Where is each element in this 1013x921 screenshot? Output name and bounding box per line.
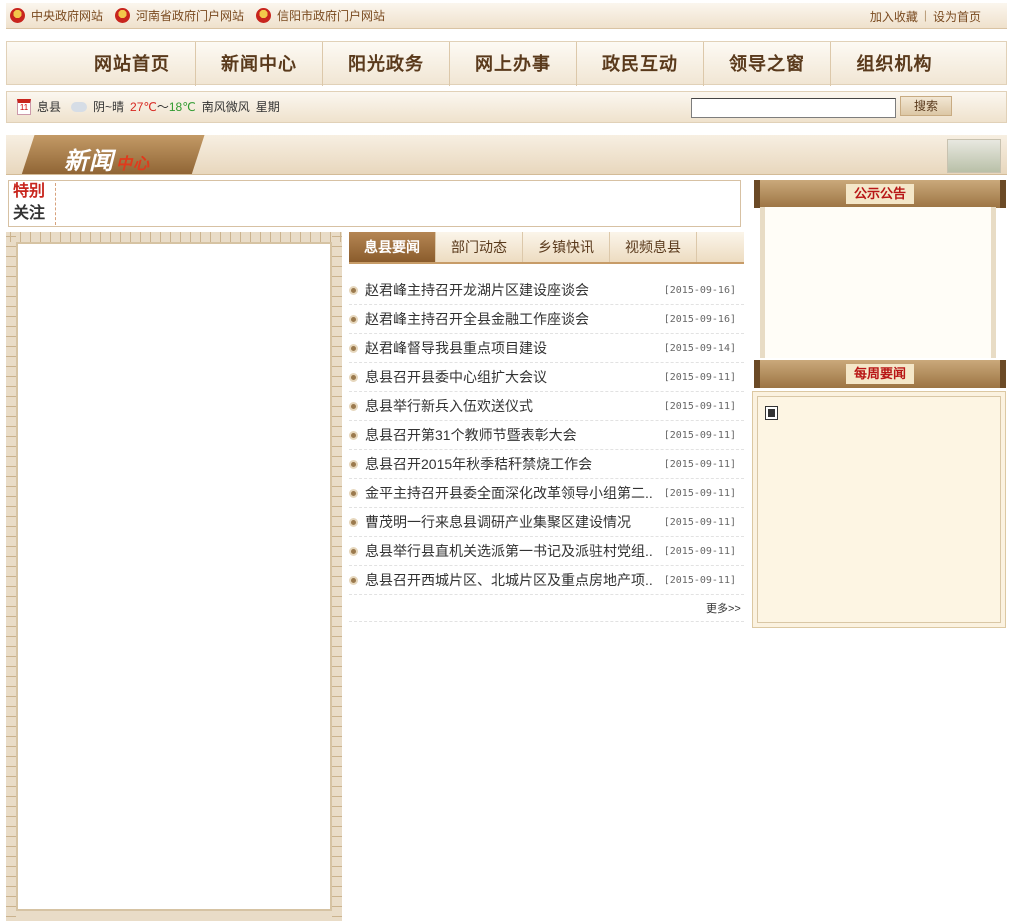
special-attention-label: 特别 关注 [13,183,46,222]
top-link-bar: 中央政府网站 河南省政府门户网站 信阳市政府门户网站 加入收藏 | 设为首页 [6,3,1007,29]
bullet-icon [349,546,358,556]
weather-wind: 南风微风 [201,100,250,114]
list-item[interactable]: 曹茂明一行来息县调研产业集聚区建设情况 [2015-09-11] [349,508,744,537]
more-news-link[interactable]: 更多>> [706,600,741,616]
weather-condition: 阴~晴 [93,100,125,114]
nav-public-interaction[interactable]: 政民互动 [577,42,704,86]
calendar-icon: 11 [17,98,31,115]
bullet-icon [349,517,358,527]
list-item[interactable]: 息县举行新兵入伍欢送仪式 [2015-09-11] [349,392,744,421]
notice-header: 公示公告 [754,180,1006,208]
top-right-links: 加入收藏 | 设为首页 [870,8,981,25]
set-homepage-link[interactable]: 设为首页 [933,8,981,25]
bullet-icon [349,343,358,353]
notice-content [760,207,996,358]
search-button[interactable]: 搜索 [900,96,952,116]
document-icon [766,407,777,419]
weather-weekday: 星期 [255,100,280,114]
nav-home[interactable]: 网站首页 [69,42,196,86]
link-xinyang-government[interactable]: 信阳市政府门户网站 [256,7,385,24]
special-attention-box: 特别 关注 [8,180,741,227]
nav-leaders[interactable]: 领导之窗 [704,42,831,86]
news-list: 赵君峰主持召开龙湖片区建设座谈会 [2015-09-16] 赵君峰主持召开全县金融… [349,276,744,595]
nav-organization[interactable]: 组织机构 [831,42,958,86]
list-item[interactable]: 息县召开2015年秋季秸秆禁烧工作会 [2015-09-11] [349,450,744,479]
info-search-bar: 11 息县 阴~晴 27℃～18℃ 南风微风 星期 搜索 [6,91,1007,123]
weekly-news-box [752,391,1006,628]
national-emblem-icon [256,8,272,23]
photo-news-panel [6,232,342,921]
bullet-icon [349,314,358,324]
bullet-icon [349,575,358,585]
add-bookmark-link[interactable]: 加入收藏 [870,8,918,25]
tab-county-news[interactable]: 息县要闻 [349,232,436,262]
bullet-icon [349,285,358,295]
bullet-icon [349,488,358,498]
nav-news-center[interactable]: 新闻中心 [196,42,323,86]
tab-video[interactable]: 视频息县 [610,232,697,262]
separator: | [923,8,927,22]
list-item[interactable]: 息县召开第31个教师节暨表彰大会 [2015-09-11] [349,421,744,450]
national-emblem-icon [10,8,25,23]
news-center-banner: 新闻 中心 [6,135,1007,175]
national-emblem-icon [115,8,131,23]
news-tabs: 息县要闻 部门动态 乡镇快讯 视频息县 [349,232,744,264]
bullet-icon [349,372,358,382]
main-navigation: 网站首页 新闻中心 阳光政务 网上办事 政民互动 领导之窗 组织机构 [6,41,1007,86]
cloudy-weather-icon [71,101,88,112]
list-item[interactable]: 金平主持召开县委全面深化改革领导小组第二.. [2015-09-11] [349,479,744,508]
tab-department-news[interactable]: 部门动态 [436,232,523,262]
weather-widget: 11 息县 阴~晴 27℃～18℃ 南风微风 星期 [17,98,280,115]
search-input[interactable] [691,98,896,118]
list-item[interactable]: 息县召开县委中心组扩大会议 [2015-09-11] [349,363,744,392]
nav-online-services[interactable]: 网上办事 [450,42,577,86]
nav-open-government[interactable]: 阳光政务 [323,42,450,86]
link-central-government[interactable]: 中央政府网站 [10,7,103,24]
weather-temperature: 27℃～18℃ [130,100,196,114]
list-item[interactable]: 息县举行县直机关选派第一书记及派驻村党组.. [2015-09-11] [349,537,744,566]
weather-city: 息县 [37,100,62,114]
tab-township-news[interactable]: 乡镇快讯 [523,232,610,262]
gate-building-image [947,139,1001,173]
bullet-icon [349,401,358,411]
bullet-icon [349,430,358,440]
weekly-news-header: 每周要闻 [754,360,1006,388]
link-henan-government[interactable]: 河南省政府门户网站 [115,7,244,24]
list-item[interactable]: 息县召开西城片区、北城片区及重点房地产项.. [2015-09-11] [349,566,744,595]
list-item[interactable]: 赵君峰督导我县重点项目建设 [2015-09-14] [349,334,744,363]
government-links: 中央政府网站 河南省政府门户网站 信阳市政府门户网站 [10,7,385,24]
list-item[interactable]: 赵君峰主持召开全县金融工作座谈会 [2015-09-16] [349,305,744,334]
bullet-icon [349,459,358,469]
banner-title: 新闻 中心 [64,148,151,175]
list-item[interactable]: 赵君峰主持召开龙湖片区建设座谈会 [2015-09-16] [349,276,744,305]
